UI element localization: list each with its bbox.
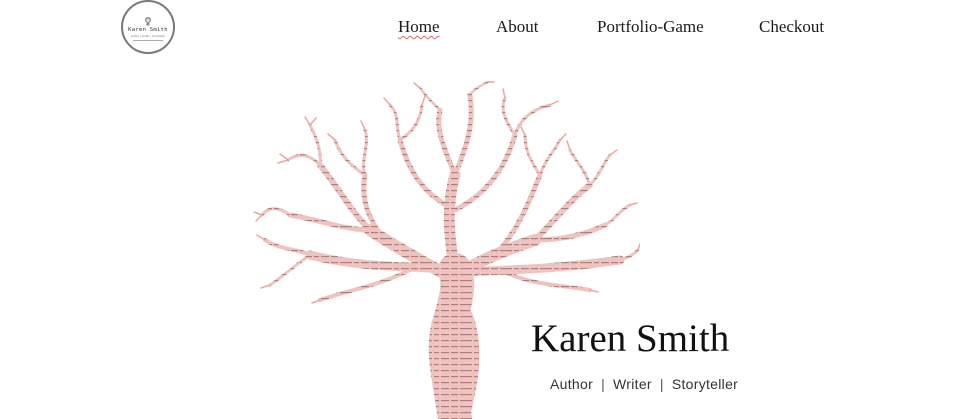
main-nav: Home About Portfolio-Game Checkout (0, 15, 957, 39)
nav-item-checkout[interactable]: Checkout (759, 15, 824, 39)
hero-tagline: Author | Writer | Storyteller (550, 376, 738, 392)
tagline-writer: Writer (613, 376, 652, 392)
hero-name: Karen Smith (531, 317, 730, 360)
logo-divider (133, 39, 163, 41)
nav-item-home[interactable]: Home (398, 15, 440, 39)
nav-item-portfolio-game[interactable]: Portfolio-Game (597, 15, 704, 39)
hero-tree-image (253, 80, 640, 419)
nav-item-about[interactable]: About (496, 15, 539, 39)
site-header: Karen Smith author | writer | storytelle… (0, 0, 957, 60)
tagline-author: Author (550, 376, 594, 392)
tagline-separator: | (601, 376, 605, 392)
tagline-storyteller: Storyteller (671, 376, 739, 392)
tagline-separator: | (659, 376, 664, 392)
